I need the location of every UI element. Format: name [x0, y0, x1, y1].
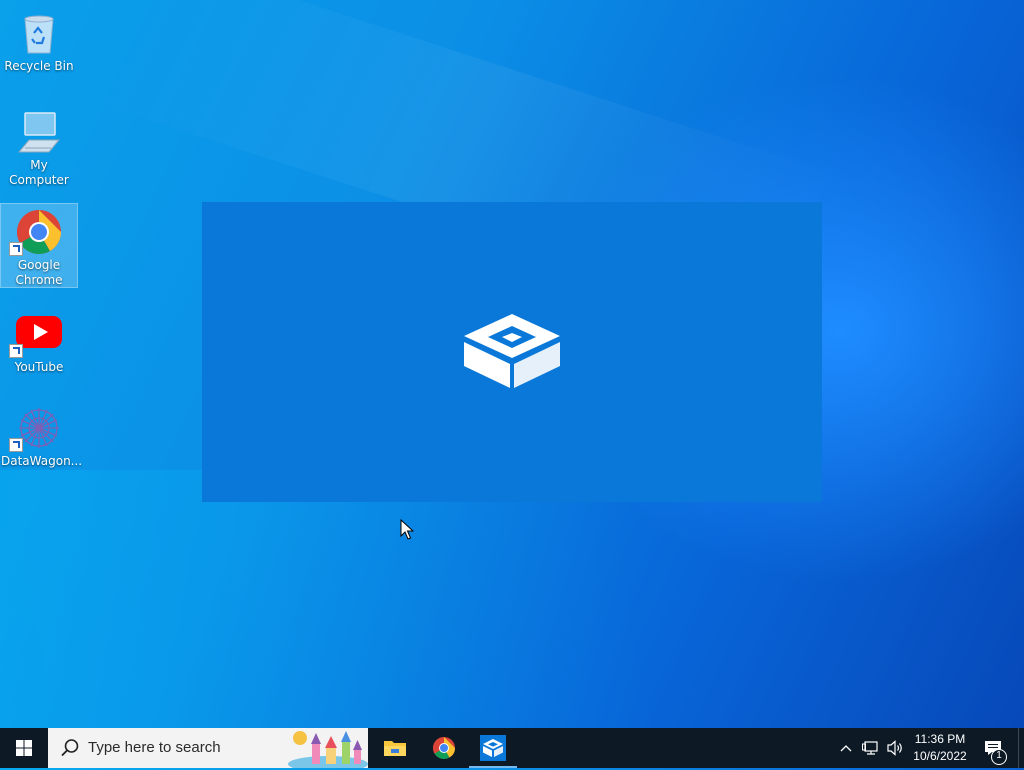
taskbar-file-explorer[interactable]	[371, 728, 419, 768]
recycle-bin-icon	[15, 9, 63, 57]
taskbar-sandbox[interactable]	[469, 728, 517, 768]
chrome-icon	[9, 208, 63, 256]
network-icon	[862, 741, 878, 755]
sandbox-icon	[460, 310, 564, 394]
search-highlight-castle-icon	[288, 728, 368, 768]
shortcut-arrow-icon	[9, 242, 23, 256]
taskbar: Type here to search 11:36 PM 10/6/2022	[0, 728, 1024, 768]
clock-date: 10/6/2022	[913, 749, 967, 763]
volume-icon	[887, 740, 902, 756]
desktop-icon-label: My Computer	[9, 158, 69, 187]
shortcut-arrow-icon	[9, 438, 23, 452]
desktop-icon-label: DataWagon...	[1, 454, 83, 468]
mouse-cursor-icon	[400, 518, 415, 545]
datawagon-icon	[9, 404, 63, 452]
search-box[interactable]: Type here to search	[48, 728, 368, 768]
desktop-icon-recycle-bin[interactable]: Recycle Bin	[1, 5, 77, 77]
show-hidden-icons-button[interactable]	[836, 728, 856, 768]
desktop-icon-label: Recycle Bin	[4, 59, 74, 73]
wallpaper-glow	[0, 470, 900, 770]
youtube-icon	[9, 310, 63, 358]
search-placeholder: Type here to search	[88, 739, 221, 756]
desktop-icon-datawagon[interactable]: DataWagon...	[1, 400, 83, 472]
clock-time: 11:36 PM	[914, 732, 966, 746]
chrome-icon	[433, 737, 455, 759]
computer-icon	[15, 108, 63, 156]
desktop-icon-label: YouTube	[14, 360, 64, 374]
desktop-icon-youtube[interactable]: YouTube	[1, 306, 77, 376]
file-explorer-icon	[384, 741, 406, 756]
volume-button[interactable]	[884, 728, 906, 768]
shortcut-arrow-icon	[9, 344, 23, 358]
desktop-icon-label: Google Chrome	[15, 258, 63, 287]
search-icon	[61, 739, 79, 757]
sandbox-icon	[480, 735, 506, 761]
chevron-up-icon	[840, 745, 852, 752]
desktop-icon-google-chrome[interactable]: Google Chrome	[0, 203, 78, 288]
sandbox-splash-window	[202, 202, 822, 502]
network-button[interactable]	[860, 728, 882, 768]
notification-count-badge: 1	[990, 748, 1008, 770]
desktop-icon-my-computer[interactable]: My Computer	[1, 104, 77, 187]
taskbar-chrome[interactable]	[420, 728, 468, 768]
show-desktop-button[interactable]	[1018, 728, 1019, 768]
windows-logo-icon	[16, 740, 32, 756]
taskbar-clock[interactable]: 11:36 PM 10/6/2022	[906, 728, 974, 768]
notification-count: 1	[996, 750, 1002, 761]
start-button[interactable]	[0, 728, 48, 768]
